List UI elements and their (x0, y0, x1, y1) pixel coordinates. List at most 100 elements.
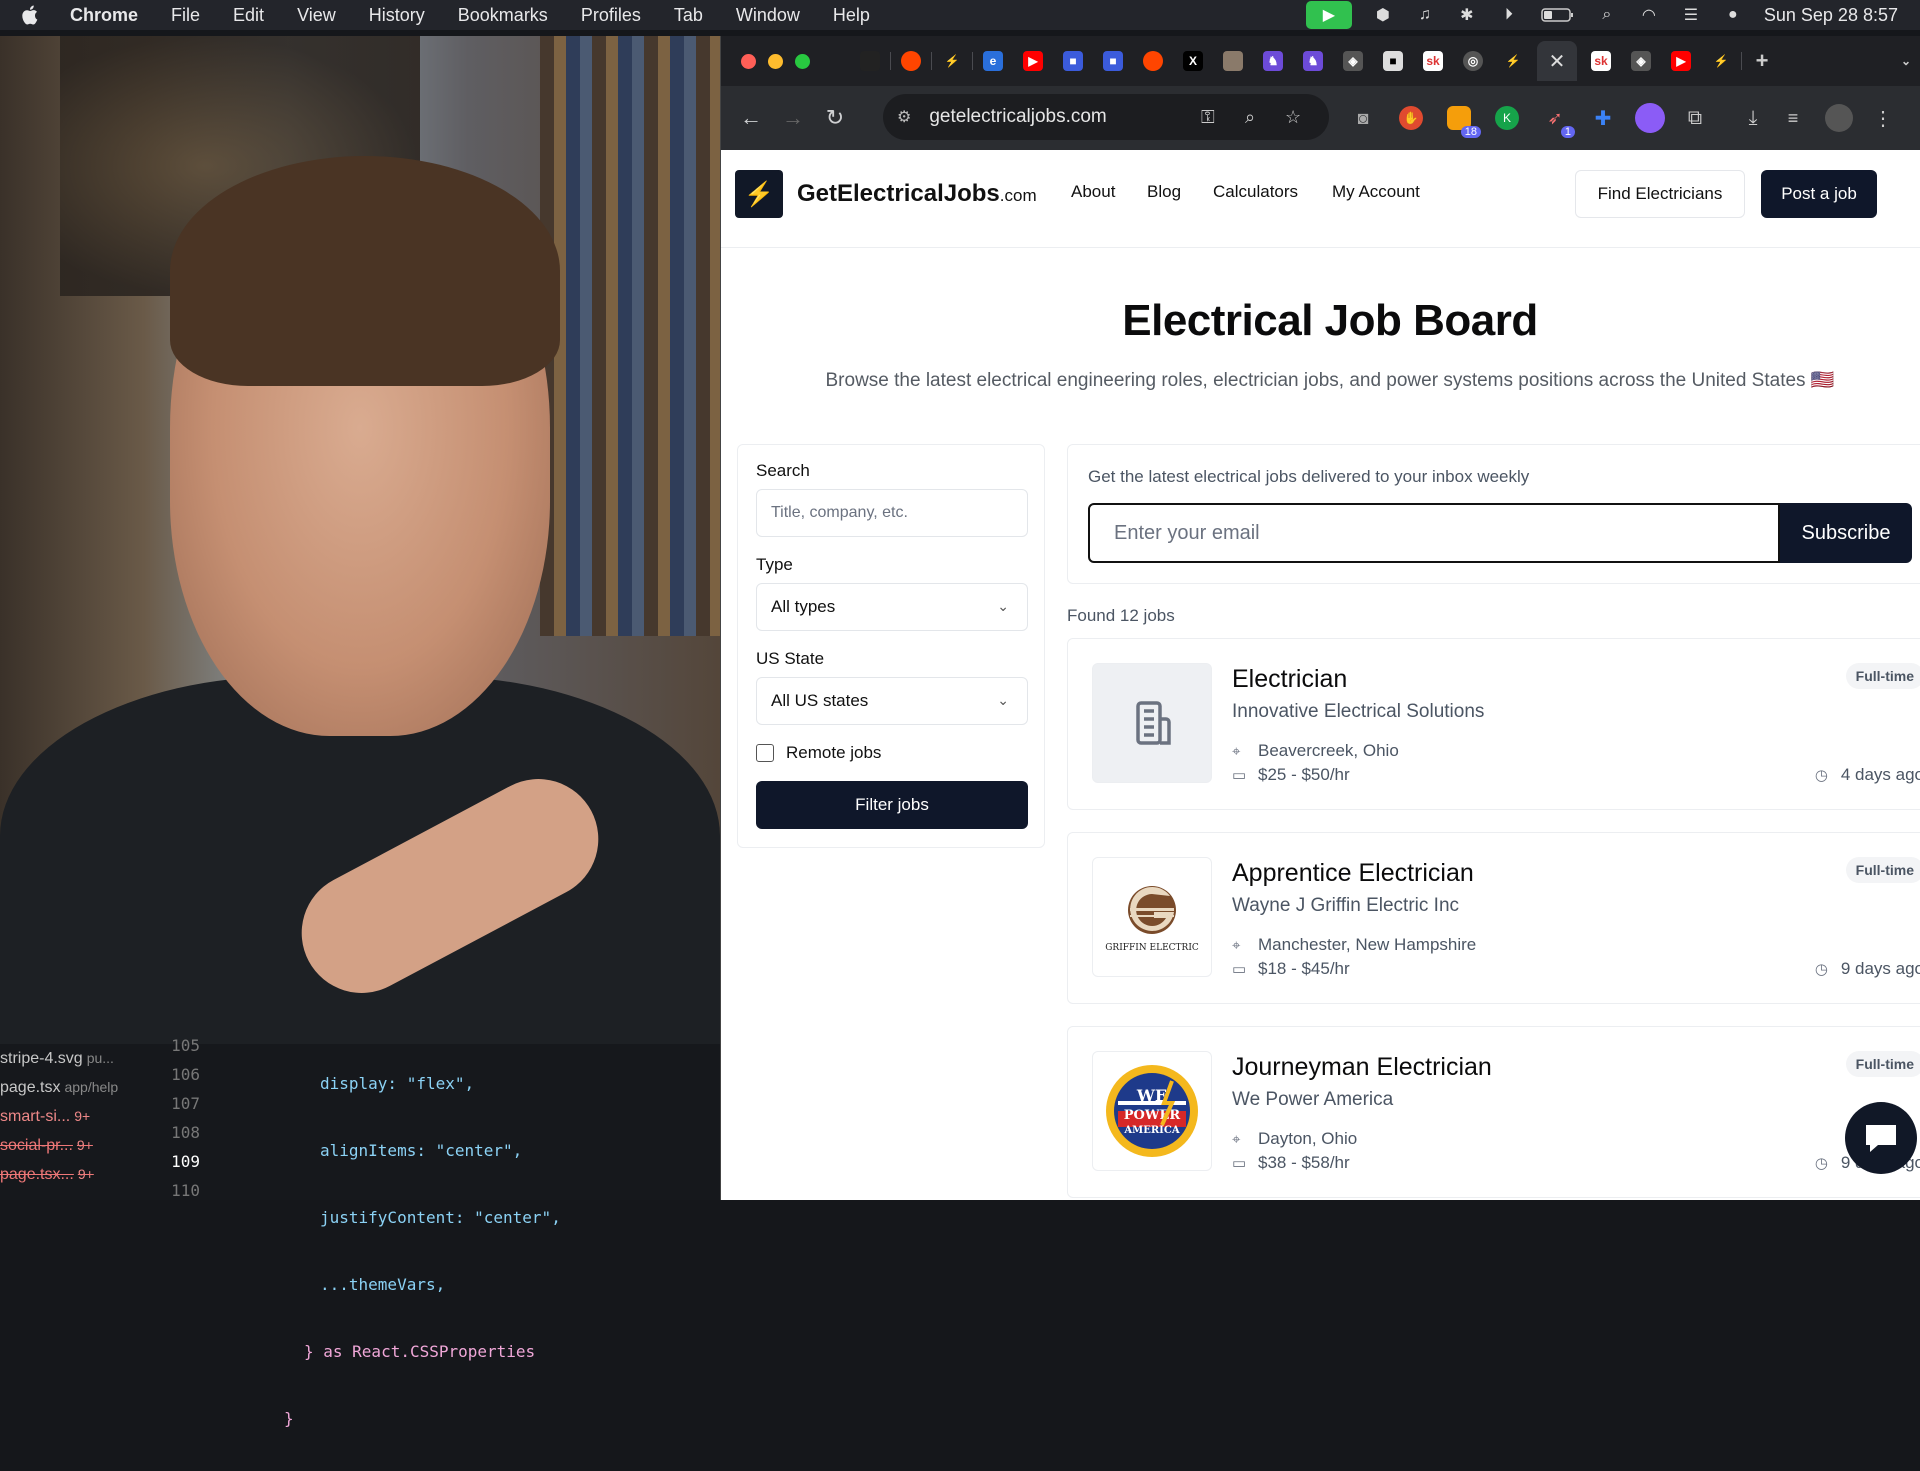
back-arrow-icon[interactable]: ← (739, 105, 763, 130)
tab-favicon[interactable] (860, 51, 880, 71)
nav-calculators[interactable]: Calculators (1213, 182, 1298, 202)
menu-edit[interactable]: Edit (233, 5, 264, 26)
extension-badge-icon[interactable]: 18 (1447, 106, 1481, 138)
filter-jobs-button[interactable]: Filter jobs (756, 781, 1028, 829)
wifi-icon[interactable]: ◠ (1638, 6, 1660, 24)
tab-lightning-icon[interactable]: ⚡ (1503, 51, 1523, 71)
nav-my-account[interactable]: My Account (1332, 182, 1420, 202)
type-select[interactable]: All types ⌄ (756, 583, 1028, 631)
subscribe-button[interactable]: Subscribe (1780, 503, 1912, 563)
remote-jobs-checkbox[interactable]: Remote jobs (756, 743, 881, 763)
site-brand[interactable]: GetElectricalJobs.com (797, 180, 1037, 208)
job-title[interactable]: Journeyman Electrician (1232, 1053, 1492, 1082)
bookmark-star-icon[interactable]: ☆ (1285, 107, 1301, 128)
apple-icon[interactable] (22, 5, 52, 25)
downloads-icon[interactable]: ⤓ (1741, 106, 1765, 130)
checkbox-box[interactable] (756, 744, 774, 762)
tab-favicon[interactable]: ■ (1383, 51, 1403, 71)
tab-shield-icon[interactable]: ◈ (1343, 51, 1363, 71)
tab-favicon[interactable]: sk (1423, 51, 1443, 71)
tab-shield-icon[interactable]: ◈ (1631, 51, 1651, 71)
menu-help[interactable]: Help (833, 5, 870, 26)
menu-bookmarks[interactable]: Bookmarks (458, 5, 548, 26)
file-item[interactable]: social-pr... 9+ (0, 1131, 140, 1160)
extension-k-icon[interactable]: K (1495, 106, 1519, 130)
code-lines[interactable]: display: "flex", alignItems: "center", j… (284, 1031, 561, 1471)
file-item[interactable]: page.tsx... 9+ (0, 1160, 140, 1189)
tab-favicon[interactable] (1223, 51, 1243, 71)
tab-lightning-icon[interactable]: ⚡ (942, 51, 962, 71)
file-item[interactable]: page.tsx app/help (0, 1073, 140, 1102)
bluetooth-icon[interactable]: ✱ (1456, 6, 1478, 24)
file-item[interactable]: smart-si... 9+ (0, 1102, 140, 1131)
battery-icon[interactable] (1540, 6, 1576, 24)
tab-youtube-icon[interactable]: ▶ (1023, 51, 1043, 71)
job-card[interactable]: WE POWER AMERICA Journeyman Electrician We… (1067, 1026, 1920, 1198)
vpn-shield-icon[interactable]: ⬢ (1372, 6, 1394, 24)
password-key-icon[interactable]: ⚿ (1201, 107, 1215, 128)
extensions-puzzle-icon[interactable]: ⧉ (1683, 106, 1707, 130)
state-select[interactable]: All US states ⌄ (756, 677, 1028, 725)
tab-favicon[interactable]: sk (1591, 51, 1611, 71)
job-type-badge: Full-time (1845, 857, 1920, 883)
camera-active-icon[interactable]: ▶ (1305, 1, 1352, 29)
tab-reddit-icon[interactable] (1143, 51, 1163, 71)
site-info-icon[interactable]: ⚙ (897, 107, 911, 127)
screenshot-camera-icon[interactable]: ◙ (1351, 106, 1375, 130)
tab-favicon[interactable]: ■ (1063, 51, 1083, 71)
address-bar[interactable]: ⚙ getelectricaljobs.com ⚿ ⌕ ☆ (883, 94, 1329, 140)
nav-about[interactable]: About (1071, 182, 1115, 202)
menu-view[interactable]: View (297, 5, 336, 26)
play-circle-icon[interactable]: ⏵ (1498, 6, 1520, 24)
chat-bubble-button[interactable] (1845, 1102, 1917, 1174)
close-window-button[interactable] (741, 53, 756, 69)
job-card[interactable]: Electrician Innovative Electrical Soluti… (1067, 638, 1920, 810)
tab-lightning-icon[interactable]: ⚡ (1711, 51, 1731, 71)
tab-favicon[interactable]: e (983, 51, 1003, 71)
extension-puzzle-blue-icon[interactable]: ✚ (1591, 106, 1615, 130)
tab-favicon[interactable]: ♞ (1303, 51, 1323, 71)
tab-favicon[interactable]: ■ (1103, 51, 1123, 71)
tab-favicon[interactable]: ♞ (1263, 51, 1283, 71)
browser-menu-icon[interactable]: ⋮ (1871, 106, 1895, 130)
file-item[interactable]: stripe-4.svg pu... (0, 1044, 140, 1073)
spotlight-search-icon[interactable]: ⌕ (1596, 6, 1618, 24)
menu-profiles[interactable]: Profiles (581, 5, 641, 26)
post-a-job-button[interactable]: Post a job (1761, 170, 1877, 218)
tab-x-icon[interactable]: X (1183, 51, 1203, 71)
profile-avatar-icon[interactable] (1825, 104, 1853, 132)
menu-window[interactable]: Window (736, 5, 800, 26)
menu-tab[interactable]: Tab (674, 5, 703, 26)
minimize-window-button[interactable] (768, 53, 783, 69)
extension-rocket-icon[interactable]: ➶ 1 (1543, 106, 1575, 138)
reload-icon[interactable]: ↻ (823, 105, 847, 130)
zoom-window-button[interactable] (795, 53, 810, 69)
menu-history[interactable]: History (369, 5, 425, 26)
tab-chrome-icon[interactable]: ◎ (1463, 51, 1483, 71)
address-url[interactable]: getelectricaljobs.com (929, 106, 1106, 128)
menubar-clock[interactable]: Sun Sep 28 8:57 (1764, 5, 1898, 26)
control-center-icon[interactable]: ☰ (1680, 6, 1702, 24)
zoom-icon[interactable]: ⌕ (1245, 107, 1255, 128)
tab-search-chevron-icon[interactable]: ⌄ (1896, 51, 1916, 71)
nav-blog[interactable]: Blog (1147, 182, 1181, 202)
forward-arrow-icon[interactable]: → (781, 105, 805, 130)
active-tab-close-icon[interactable]: ✕ (1537, 41, 1577, 81)
new-tab-plus-icon[interactable]: + (1752, 48, 1772, 73)
search-input[interactable] (756, 489, 1028, 537)
extension-profile-icon[interactable] (1635, 103, 1665, 133)
tab-reddit-icon[interactable] (901, 51, 921, 71)
job-card[interactable]: GRIFFIN ELECTRIC Apprentice Electrician … (1067, 832, 1920, 1004)
find-electricians-button[interactable]: Find Electricians (1575, 170, 1745, 218)
job-title[interactable]: Electrician (1232, 665, 1347, 694)
email-field[interactable] (1088, 503, 1780, 563)
menu-file[interactable]: File (171, 5, 200, 26)
job-title[interactable]: Apprentice Electrician (1232, 859, 1474, 888)
tab-youtube-icon[interactable]: ▶ (1671, 51, 1691, 71)
menu-app-name[interactable]: Chrome (70, 5, 138, 26)
media-controls-icon[interactable]: ≡ (1781, 106, 1805, 130)
extension-hand-icon[interactable]: ✋ (1399, 106, 1423, 130)
site-logo-lightning-icon[interactable]: ⚡ (735, 170, 783, 218)
siri-icon[interactable]: ● (1722, 6, 1744, 24)
airpods-icon[interactable]: ♫ (1414, 6, 1436, 24)
